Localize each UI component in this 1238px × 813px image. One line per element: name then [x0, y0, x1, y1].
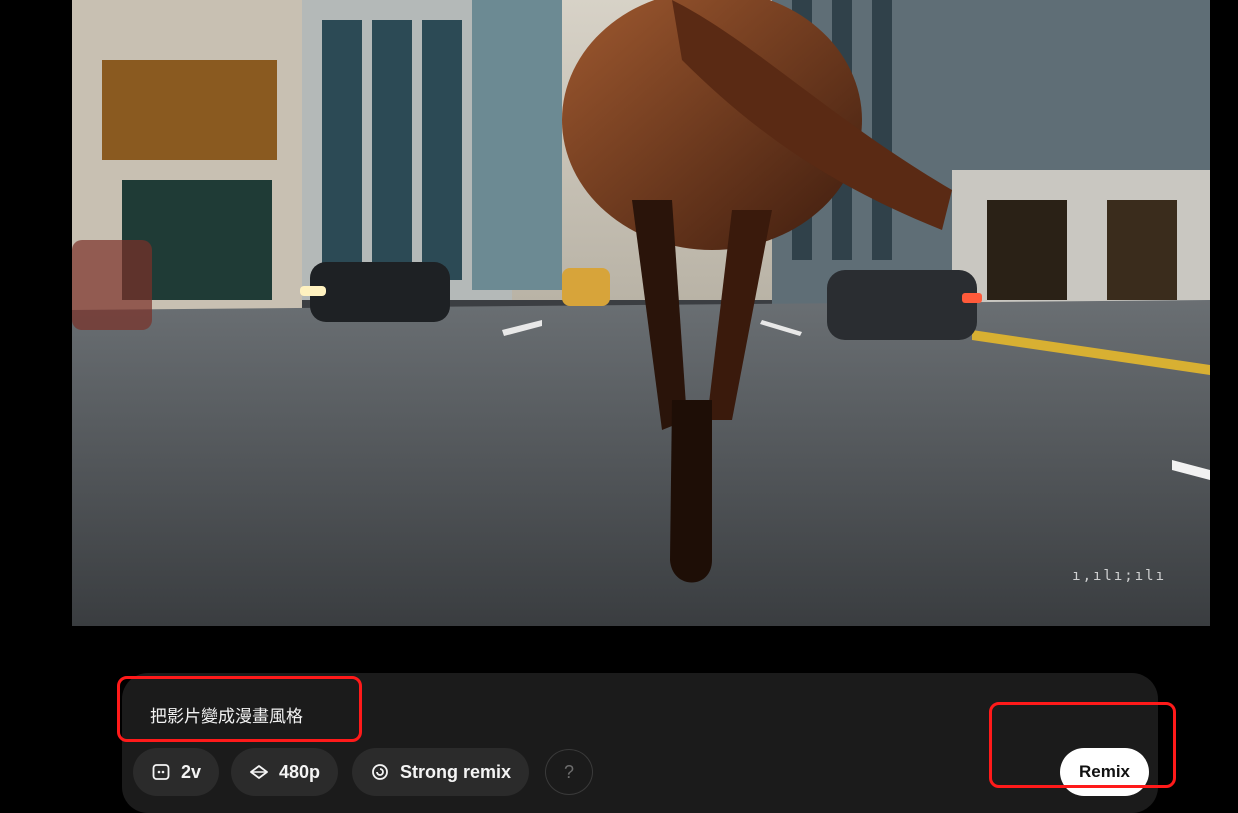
video-watermark: ı,ılı;ılı — [1072, 568, 1166, 584]
remix-strength-option[interactable]: Strong remix — [352, 748, 530, 796]
remix-strength-label: Strong remix — [400, 761, 512, 782]
variations-label: 2v — [181, 761, 202, 782]
diamond-icon — [250, 765, 268, 779]
help-button[interactable]: ? — [545, 749, 593, 795]
remix-button[interactable]: Remix — [1060, 748, 1149, 796]
variations-option[interactable]: 2v — [133, 748, 220, 796]
spiral-icon — [372, 764, 388, 780]
chat-icon — [152, 764, 170, 780]
prompt-input[interactable]: 把影片變成漫畫風格 — [150, 702, 303, 727]
resolution-label: 480p — [279, 761, 321, 782]
video-player[interactable]: ı,ılı;ılı — [72, 0, 1210, 626]
video-frame-image — [72, 0, 1210, 626]
resolution-option[interactable]: 480p — [231, 748, 339, 796]
